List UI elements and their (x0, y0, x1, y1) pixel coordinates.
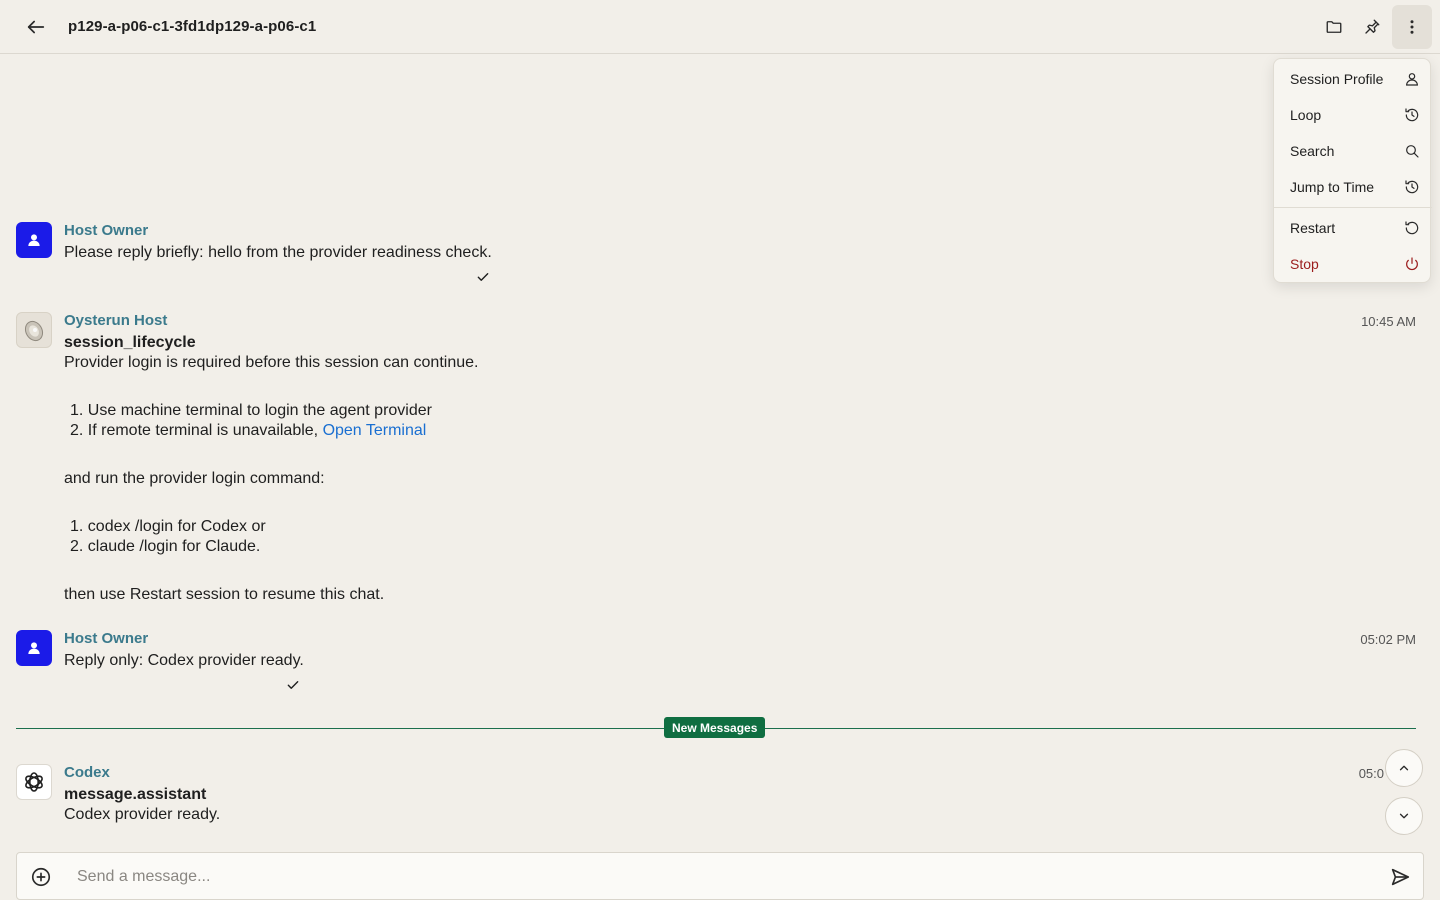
openai-logo-icon (25, 772, 43, 792)
pin-icon (1365, 19, 1380, 34)
message-item: Host Owner 05:02 PM Reply only: Codex pr… (16, 630, 1416, 694)
message-text: Provider login is required before this s… (64, 354, 479, 371)
message-composer (16, 852, 1424, 900)
message-text: Codex provider ready. (64, 806, 221, 823)
user-icon (1406, 73, 1418, 86)
menu-item-label: Search (1290, 143, 1335, 159)
menu-item-stop[interactable]: Stop (1274, 246, 1432, 282)
more-menu-button[interactable] (1392, 5, 1432, 49)
power-icon (1406, 257, 1418, 271)
check-icon (287, 681, 299, 689)
list-item: 1. codex /login for Codex or (70, 518, 266, 535)
avatar (16, 312, 52, 348)
open-terminal-link[interactable]: Open Terminal (323, 422, 427, 439)
message-text: and run the provider login command: (64, 470, 325, 487)
user-icon (28, 642, 40, 654)
send-button[interactable] (1387, 864, 1413, 890)
history-icon (1405, 180, 1419, 194)
menu-item-label: Loop (1290, 107, 1322, 123)
menu-divider (1274, 207, 1432, 208)
more-vertical-icon (1410, 20, 1414, 34)
plus-circle-icon (31, 867, 51, 887)
event-type: message.assistant (64, 786, 207, 803)
event-type: session_lifecycle (64, 334, 196, 351)
menu-item-restart[interactable]: Restart (1274, 210, 1432, 246)
avatar (16, 764, 52, 800)
new-messages-badge: New Messages (664, 717, 766, 738)
message-item: Codex 05:0 message.assistant Codex provi… (16, 764, 1416, 828)
list-item-text: 2. If remote terminal is unavailable, (70, 422, 323, 439)
message-timestamp: 10:45 AM (1361, 314, 1416, 329)
history-icon (1405, 108, 1419, 122)
message-text: Reply only: Codex provider ready. (64, 652, 304, 669)
folder-button[interactable] (1318, 11, 1350, 43)
restart-icon (1405, 221, 1419, 235)
arrow-left-icon (27, 20, 45, 34)
list-item: 2. claude /login for Claude. (70, 538, 261, 555)
message-item: Host Owner Please reply briefly: hello f… (16, 222, 1416, 286)
folder-icon (1326, 21, 1342, 33)
chevron-down-icon (1399, 813, 1409, 819)
sender-name: Host Owner (64, 222, 149, 239)
menu-item-label: Session Profile (1290, 71, 1384, 87)
user-icon (28, 234, 40, 246)
message-text: Please reply briefly: hello from the pro… (64, 244, 492, 261)
scroll-up-button[interactable] (1385, 749, 1423, 787)
search-icon (1406, 145, 1419, 158)
pin-button[interactable] (1356, 11, 1388, 43)
sender-name: Oysterun Host (64, 312, 168, 329)
avatar (16, 630, 52, 666)
message-item: Oysterun Host 10:45 AM session_lifecycle… (16, 312, 1416, 612)
session-title: p129-a-p06-c1-3fd1dp129-a-p06-c1 (68, 18, 317, 35)
check-icon (477, 273, 489, 281)
sender-name: Codex (64, 764, 110, 781)
menu-item-session-profile[interactable]: Session Profile (1274, 61, 1432, 97)
message-text: then use Restart session to resume this … (64, 586, 385, 603)
oyster-icon (24, 320, 44, 342)
menu-item-label: Restart (1290, 220, 1336, 236)
sender-name: Host Owner (64, 630, 149, 647)
message-timestamp: 05:02 PM (1360, 632, 1416, 647)
back-button[interactable] (20, 11, 52, 43)
avatar (16, 222, 52, 258)
attach-button[interactable] (29, 865, 53, 889)
top-bar: p129-a-p06-c1-3fd1dp129-a-p06-c1 (0, 0, 1440, 54)
list-item: 2. If remote terminal is unavailable, Op… (70, 422, 426, 440)
message-timestamp: 05:0 (1358, 766, 1384, 781)
menu-item-search[interactable]: Search (1274, 133, 1432, 169)
menu-item-jump-to-time[interactable]: Jump to Time (1274, 169, 1432, 205)
list-item: 1. Use machine terminal to login the age… (70, 402, 432, 419)
message-input[interactable] (77, 861, 1367, 893)
send-icon (1391, 868, 1410, 886)
menu-item-label: Stop (1290, 256, 1319, 272)
menu-item-loop[interactable]: Loop (1274, 97, 1432, 133)
scroll-down-button[interactable] (1385, 797, 1423, 835)
more-options-menu: Session Profile Loop Search Jump to Time… (1273, 58, 1432, 283)
chevron-up-icon (1399, 765, 1409, 771)
menu-item-label: Jump to Time (1290, 179, 1375, 195)
chat-area[interactable]: Host Owner Please reply briefly: hello f… (0, 54, 1440, 850)
